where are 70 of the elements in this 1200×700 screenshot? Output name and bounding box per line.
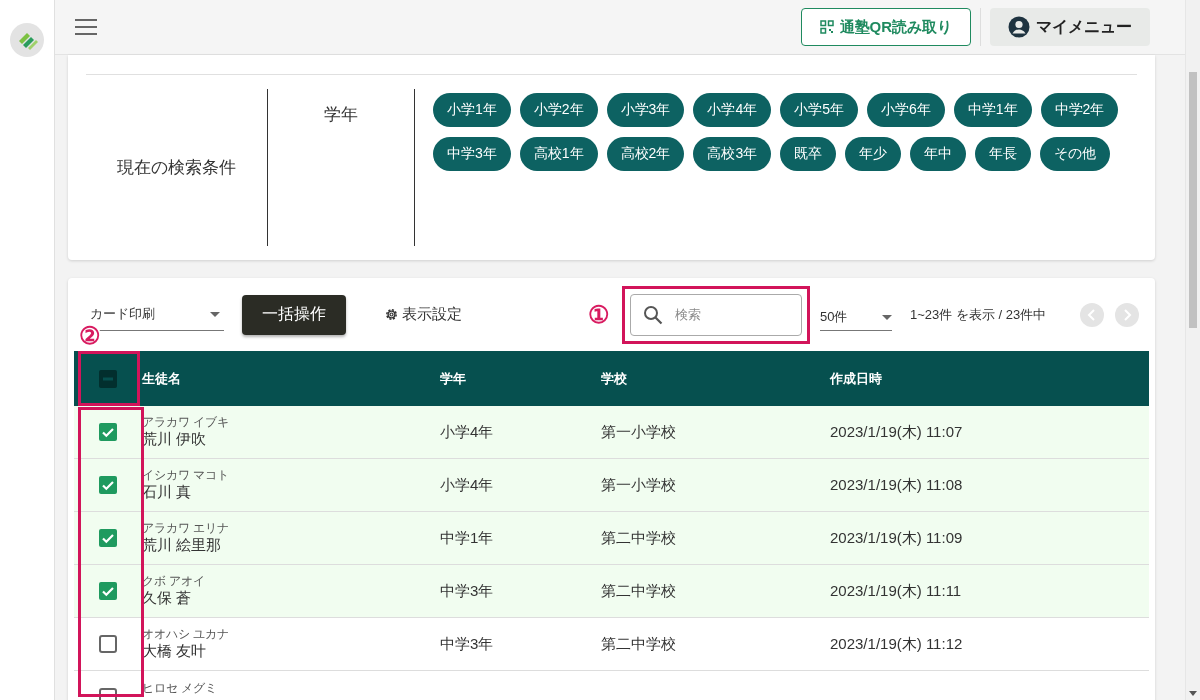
school-cell: 第二中学校 [601, 581, 676, 599]
display-settings-link[interactable]: 表示設定 [384, 305, 462, 324]
checkbox-icon[interactable] [98, 581, 118, 601]
logo-icon[interactable] [9, 22, 45, 58]
grade-chip[interactable]: 小学3年 [606, 93, 685, 127]
name-kana: ヒロセ メグミ [142, 681, 219, 695]
bulk-action-button[interactable]: 一括操作 [242, 294, 346, 335]
search-field[interactable]: 検索 [630, 293, 802, 336]
filter-label: 学年 [324, 105, 358, 124]
grade-chip[interactable]: 中学3年 [433, 137, 511, 171]
grade-cell: 中学1年 [440, 528, 494, 546]
created-date-cell: 2023/1/19(木) 11:07 [830, 422, 963, 440]
search-icon [643, 304, 663, 325]
school-cell: 第二中学校 [601, 528, 676, 546]
annotation-number: ① [588, 302, 610, 327]
grade-chip[interactable]: 小学5年 [780, 93, 858, 127]
grade-chip[interactable]: 小学2年 [519, 93, 598, 127]
name-kana: アラカワ エリナ [142, 521, 231, 535]
checkbox-icon[interactable] [98, 528, 118, 548]
student-name: 石川 真 [142, 483, 193, 502]
school-cell: 第一小学校 [601, 422, 676, 440]
name-kana: イシカワ マコト [142, 468, 231, 482]
checkbox-icon[interactable] [98, 422, 118, 442]
checkbox-icon[interactable] [98, 475, 118, 495]
grade-chip[interactable]: その他 [1040, 137, 1111, 171]
grade-chip[interactable]: 年中 [910, 137, 967, 171]
qr-scan-button[interactable]: 通塾QR読み取り [800, 8, 971, 46]
created-date-cell: 2023/1/19(木) 11:11 [830, 581, 962, 599]
page-size-select[interactable]: 50件 [820, 298, 892, 331]
grade-chip[interactable]: 高校3年 [693, 137, 772, 171]
dropdown-caret-icon [882, 314, 892, 320]
created-date-cell: 2023/1/19(木) 11:08 [830, 475, 963, 493]
column-header: 学校 [601, 370, 627, 386]
qr-code-icon [819, 20, 834, 34]
name-kana: クボ アオイ [142, 574, 207, 588]
settings-icon [384, 307, 399, 322]
grade-chip[interactable]: 小学4年 [693, 93, 772, 127]
scroll-down-icon[interactable] [1189, 691, 1197, 696]
created-date-cell: 2023/1/19(木) 11:12 [830, 634, 963, 652]
grade-chip[interactable]: 年少 [845, 137, 902, 171]
school-cell: 第二中学校 [601, 634, 676, 652]
grade-chip[interactable]: 既卒 [780, 137, 837, 171]
grade-chip[interactable]: 中学2年 [1040, 93, 1119, 127]
menu-icon[interactable] [75, 19, 97, 35]
account-icon [1008, 16, 1030, 38]
checkbox-icon[interactable] [98, 634, 118, 654]
grade-cell: 小学4年 [440, 422, 494, 440]
school-cell: 第一小学校 [601, 475, 676, 493]
filter-title: 現在の検索条件 [117, 157, 236, 179]
grade-chip[interactable]: 小学1年 [433, 93, 511, 127]
grade-chip[interactable]: 高校2年 [606, 137, 685, 171]
dropdown-caret-icon [210, 311, 220, 317]
grade-chip[interactable]: 中学1年 [953, 93, 1032, 127]
scrollbar-thumb[interactable] [1189, 72, 1197, 328]
select-all-checkbox[interactable] [98, 368, 118, 389]
scrollbar[interactable] [1185, 0, 1200, 700]
annotation-number: ② [79, 324, 101, 348]
column-header: 作成日時 [830, 370, 882, 386]
grade-cell: 中学3年 [440, 581, 494, 599]
column-header: 生徒名 [142, 370, 181, 386]
name-kana: アラカワ イブキ [142, 415, 231, 429]
column-header: 学年 [440, 370, 466, 386]
grade-chip[interactable]: 小学6年 [867, 93, 945, 127]
grade-cell: 中学3年 [440, 634, 494, 652]
grade-chip[interactable]: 高校1年 [519, 137, 598, 171]
grade-cell: 小学4年 [440, 475, 494, 493]
created-date-cell: 2023/1/19(木) 11:09 [830, 528, 963, 546]
result-range: 1~23件 を表示 / 23件中 [910, 305, 1047, 324]
grade-chip[interactable]: 年長 [975, 137, 1032, 171]
my-menu-button[interactable]: マイメニュー [990, 8, 1150, 46]
